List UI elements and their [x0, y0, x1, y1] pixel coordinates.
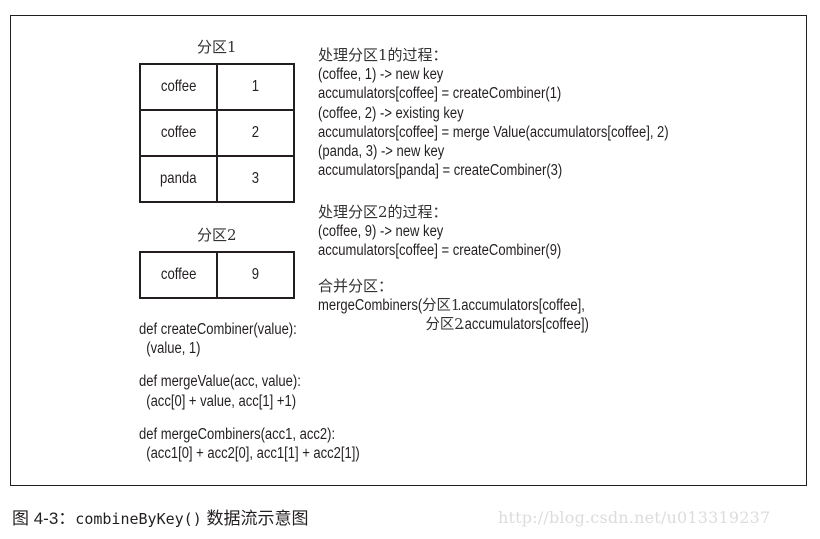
table-row: coffee 1 [139, 63, 295, 111]
merge-line-1: mergeCombiners(分区1.accumulators[coffee], [318, 297, 585, 315]
value-cell: 2 [216, 109, 295, 157]
process-line: accumulators[panda] = createCombiner(3) [318, 162, 563, 180]
code-line: (value, 1) [139, 340, 201, 358]
process-partition1: 处理分区1的过程： (coffee, 1) -> new key accumul… [318, 46, 735, 180]
table-row: panda 3 [139, 155, 295, 203]
value-cell: 9 [216, 251, 295, 299]
code-line: def mergeValue(acc, value): [139, 373, 301, 391]
caption-prefix: 图 4-3： [12, 509, 76, 528]
merge-line-2: 分区2.accumulators[coffee]) [425, 316, 589, 334]
key-cell: coffee [139, 63, 218, 111]
partition1-table: coffee 1 coffee 2 panda 3 [139, 63, 295, 203]
partition1-title: 分区1 [197, 38, 237, 56]
process1-heading: 处理分区1的过程： [318, 46, 448, 64]
merge-partitions: 合并分区： mergeCombiners(分区1.accumulators[co… [318, 277, 640, 335]
code-line: (acc1[0] + acc2[0], acc1[1] + acc2[1]) [139, 444, 360, 462]
process-line: (coffee, 1) -> new key [318, 66, 444, 84]
key-cell: coffee [139, 251, 218, 299]
partition2-table: coffee 9 [139, 251, 295, 299]
value-cell: 3 [216, 155, 295, 203]
table-row: coffee 2 [139, 109, 295, 157]
process-line: accumulators[coffee] = createCombiner(9) [318, 242, 562, 260]
partition2-title: 分区2 [197, 226, 237, 244]
watermark: http://blog.csdn.net/u013319237 [498, 508, 771, 527]
process-line: (panda, 3) -> new key [318, 142, 445, 160]
process-line: (coffee, 2) -> existing key [318, 104, 464, 122]
process2-heading: 处理分区2的过程： [318, 203, 448, 221]
caption-code: combineByKey() [75, 510, 202, 528]
key-cell: panda [139, 155, 218, 203]
code-line: def mergeCombiners(acc1, acc2): [139, 425, 336, 443]
process-partition2: 处理分区2的过程： (coffee, 9) -> new key accumul… [318, 203, 608, 261]
process-line: accumulators[coffee] = createCombiner(1) [318, 85, 562, 103]
process-line: (coffee, 9) -> new key [318, 223, 444, 241]
function-definitions: def createCombiner(value): (value, 1) de… [139, 320, 402, 463]
value-cell: 1 [216, 63, 295, 111]
merge-heading: 合并分区： [318, 277, 394, 295]
code-line: (acc[0] + value, acc[1] +1) [139, 392, 297, 410]
caption-suffix: 数据流示意图 [201, 509, 309, 528]
key-cell: coffee [139, 109, 218, 157]
process-line: accumulators[coffee] = merge Value(accum… [318, 123, 669, 141]
figure-caption: 图 4-3：combineByKey() 数据流示意图 [12, 504, 308, 529]
table-row: coffee 9 [139, 251, 295, 299]
